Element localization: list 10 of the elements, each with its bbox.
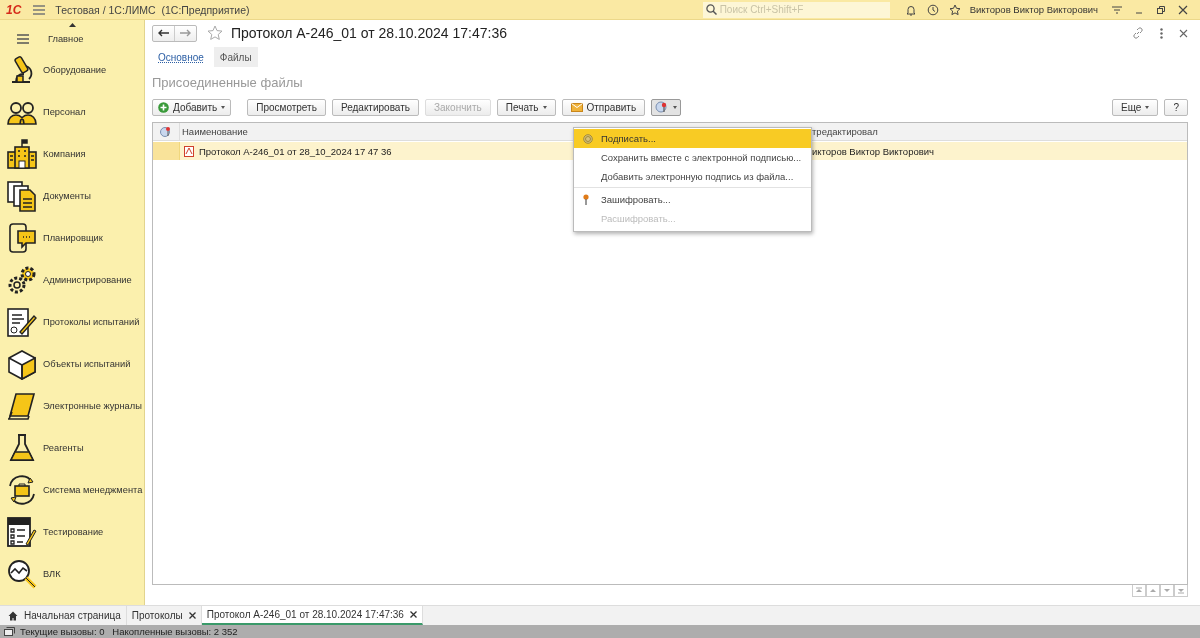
status-text: Текущие вызовы: 0 Накопленные вызовы: 2 352 xyxy=(20,626,238,637)
table-cell: икторов Виктор Викторович xyxy=(812,145,934,157)
section-title: Присоединенные файлы xyxy=(152,75,304,92)
table-cell: Протокол А-246_01 от 28_10_2024 17 47 36 xyxy=(199,145,392,157)
app-logo: 1С xyxy=(6,2,22,17)
tab-label: Протокол А-246_01 от 28.10.2024 17:47:36 xyxy=(206,609,404,620)
tab-label: Протоколы xyxy=(131,610,183,621)
tab-label: Начальная страница xyxy=(24,610,121,621)
app-title: Тестовая / 1С:ЛИМС (1С:Предприятие) xyxy=(55,3,251,16)
form-title: Протокол А-246_01 от 28.10.2024 17:47:36 xyxy=(231,25,509,41)
